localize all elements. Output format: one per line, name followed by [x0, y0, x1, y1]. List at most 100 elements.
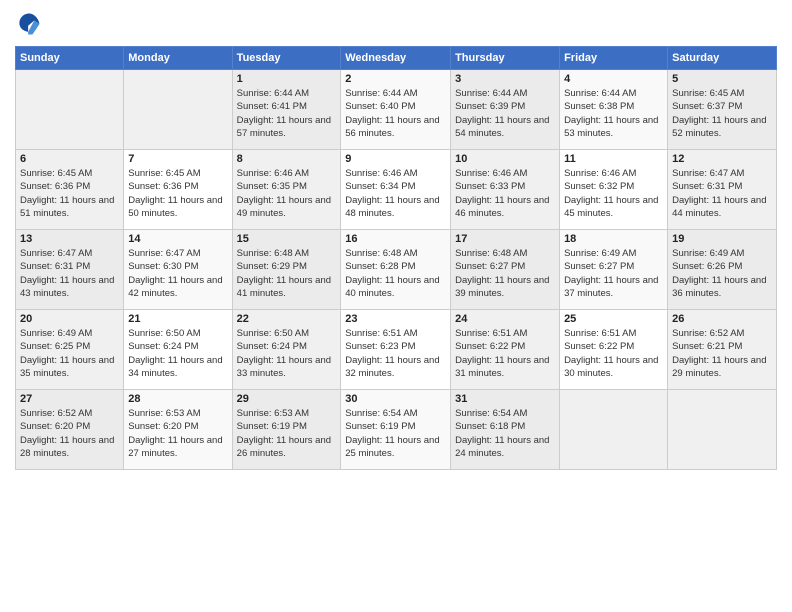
day-info: Sunrise: 6:44 AM Sunset: 6:38 PM Dayligh… — [564, 87, 663, 140]
calendar-cell: 18 Sunrise: 6:49 AM Sunset: 6:27 PM Dayli… — [560, 230, 668, 310]
day-info: Sunrise: 6:54 AM Sunset: 6:18 PM Dayligh… — [455, 407, 555, 460]
day-info: Sunrise: 6:51 AM Sunset: 6:22 PM Dayligh… — [564, 327, 663, 380]
calendar-cell: 7 Sunrise: 6:45 AM Sunset: 6:36 PM Daylig… — [124, 150, 232, 230]
day-number: 31 — [455, 393, 555, 405]
day-number: 14 — [128, 233, 227, 245]
day-info: Sunrise: 6:49 AM Sunset: 6:27 PM Dayligh… — [564, 247, 663, 300]
calendar-cell — [560, 390, 668, 470]
day-number: 7 — [128, 153, 227, 165]
day-number: 4 — [564, 73, 663, 85]
day-info: Sunrise: 6:47 AM Sunset: 6:31 PM Dayligh… — [672, 167, 772, 220]
calendar-cell: 2 Sunrise: 6:44 AM Sunset: 6:40 PM Daylig… — [341, 70, 451, 150]
day-info: Sunrise: 6:49 AM Sunset: 6:26 PM Dayligh… — [672, 247, 772, 300]
calendar-cell: 20 Sunrise: 6:49 AM Sunset: 6:25 PM Dayli… — [16, 310, 124, 390]
day-info: Sunrise: 6:52 AM Sunset: 6:20 PM Dayligh… — [20, 407, 119, 460]
day-number: 19 — [672, 233, 772, 245]
weekday-header: Sunday — [16, 47, 124, 70]
day-info: Sunrise: 6:46 AM Sunset: 6:35 PM Dayligh… — [237, 167, 337, 220]
day-info: Sunrise: 6:50 AM Sunset: 6:24 PM Dayligh… — [128, 327, 227, 380]
day-number: 2 — [345, 73, 446, 85]
day-info: Sunrise: 6:44 AM Sunset: 6:40 PM Dayligh… — [345, 87, 446, 140]
day-number: 26 — [672, 313, 772, 325]
calendar-cell: 25 Sunrise: 6:51 AM Sunset: 6:22 PM Dayli… — [560, 310, 668, 390]
day-number: 3 — [455, 73, 555, 85]
day-info: Sunrise: 6:49 AM Sunset: 6:25 PM Dayligh… — [20, 327, 119, 380]
day-number: 29 — [237, 393, 337, 405]
calendar-cell — [124, 70, 232, 150]
day-info: Sunrise: 6:45 AM Sunset: 6:37 PM Dayligh… — [672, 87, 772, 140]
day-info: Sunrise: 6:53 AM Sunset: 6:19 PM Dayligh… — [237, 407, 337, 460]
day-number: 10 — [455, 153, 555, 165]
header — [15, 10, 777, 38]
day-info: Sunrise: 6:53 AM Sunset: 6:20 PM Dayligh… — [128, 407, 227, 460]
day-info: Sunrise: 6:46 AM Sunset: 6:32 PM Dayligh… — [564, 167, 663, 220]
calendar-cell: 15Sunrise: 6:48 AM Sunset: 6:29 PM Dayli… — [232, 230, 341, 310]
calendar-cell: 19 Sunrise: 6:49 AM Sunset: 6:26 PM Dayli… — [668, 230, 777, 310]
logo-icon — [15, 10, 43, 38]
weekday-header: Saturday — [668, 47, 777, 70]
calendar-week-row: 27 Sunrise: 6:52 AM Sunset: 6:20 PM Dayli… — [16, 390, 777, 470]
day-info: Sunrise: 6:46 AM Sunset: 6:34 PM Dayligh… — [345, 167, 446, 220]
day-number: 6 — [20, 153, 119, 165]
day-info: Sunrise: 6:45 AM Sunset: 6:36 PM Dayligh… — [20, 167, 119, 220]
calendar-cell: 24 Sunrise: 6:51 AM Sunset: 6:22 PM Dayli… — [451, 310, 560, 390]
calendar-cell: 26Sunrise: 6:52 AM Sunset: 6:21 PM Dayli… — [668, 310, 777, 390]
calendar-cell: 6 Sunrise: 6:45 AM Sunset: 6:36 PM Daylig… — [16, 150, 124, 230]
calendar-cell: 4 Sunrise: 6:44 AM Sunset: 6:38 PM Daylig… — [560, 70, 668, 150]
weekday-header: Thursday — [451, 47, 560, 70]
calendar-cell: 17Sunrise: 6:48 AM Sunset: 6:27 PM Dayli… — [451, 230, 560, 310]
calendar: SundayMondayTuesdayWednesdayThursdayFrid… — [15, 46, 777, 470]
calendar-cell: 14 Sunrise: 6:47 AM Sunset: 6:30 PM Dayli… — [124, 230, 232, 310]
page: SundayMondayTuesdayWednesdayThursdayFrid… — [0, 0, 792, 612]
day-number: 17 — [455, 233, 555, 245]
day-number: 1 — [237, 73, 337, 85]
calendar-week-row: 6 Sunrise: 6:45 AM Sunset: 6:36 PM Daylig… — [16, 150, 777, 230]
day-info: Sunrise: 6:44 AM Sunset: 6:41 PM Dayligh… — [237, 87, 337, 140]
day-number: 13 — [20, 233, 119, 245]
weekday-row: SundayMondayTuesdayWednesdayThursdayFrid… — [16, 47, 777, 70]
calendar-week-row: 20 Sunrise: 6:49 AM Sunset: 6:25 PM Dayli… — [16, 310, 777, 390]
calendar-cell: 22Sunrise: 6:50 AM Sunset: 6:24 PM Dayli… — [232, 310, 341, 390]
calendar-cell: 8Sunrise: 6:46 AM Sunset: 6:35 PM Daylig… — [232, 150, 341, 230]
weekday-header: Monday — [124, 47, 232, 70]
calendar-cell: 21 Sunrise: 6:50 AM Sunset: 6:24 PM Dayli… — [124, 310, 232, 390]
day-number: 5 — [672, 73, 772, 85]
day-info: Sunrise: 6:47 AM Sunset: 6:31 PM Dayligh… — [20, 247, 119, 300]
weekday-header: Friday — [560, 47, 668, 70]
calendar-cell: 11Sunrise: 6:46 AM Sunset: 6:32 PM Dayli… — [560, 150, 668, 230]
weekday-header: Wednesday — [341, 47, 451, 70]
calendar-cell: 28 Sunrise: 6:53 AM Sunset: 6:20 PM Dayli… — [124, 390, 232, 470]
calendar-cell: 3Sunrise: 6:44 AM Sunset: 6:39 PM Daylig… — [451, 70, 560, 150]
day-info: Sunrise: 6:48 AM Sunset: 6:28 PM Dayligh… — [345, 247, 446, 300]
day-number: 24 — [455, 313, 555, 325]
weekday-header: Tuesday — [232, 47, 341, 70]
calendar-cell: 27 Sunrise: 6:52 AM Sunset: 6:20 PM Dayli… — [16, 390, 124, 470]
day-number: 20 — [20, 313, 119, 325]
logo — [15, 10, 47, 38]
calendar-body: 1 Sunrise: 6:44 AM Sunset: 6:41 PM Daylig… — [16, 70, 777, 470]
day-number: 21 — [128, 313, 227, 325]
day-info: Sunrise: 6:46 AM Sunset: 6:33 PM Dayligh… — [455, 167, 555, 220]
calendar-cell: 9 Sunrise: 6:46 AM Sunset: 6:34 PM Daylig… — [341, 150, 451, 230]
day-number: 27 — [20, 393, 119, 405]
day-number: 18 — [564, 233, 663, 245]
day-info: Sunrise: 6:51 AM Sunset: 6:22 PM Dayligh… — [455, 327, 555, 380]
calendar-cell: 13 Sunrise: 6:47 AM Sunset: 6:31 PM Dayli… — [16, 230, 124, 310]
day-info: Sunrise: 6:54 AM Sunset: 6:19 PM Dayligh… — [345, 407, 446, 460]
day-number: 25 — [564, 313, 663, 325]
calendar-cell — [668, 390, 777, 470]
day-number: 16 — [345, 233, 446, 245]
day-info: Sunrise: 6:47 AM Sunset: 6:30 PM Dayligh… — [128, 247, 227, 300]
calendar-header: SundayMondayTuesdayWednesdayThursdayFrid… — [16, 47, 777, 70]
day-info: Sunrise: 6:45 AM Sunset: 6:36 PM Dayligh… — [128, 167, 227, 220]
calendar-cell: 16 Sunrise: 6:48 AM Sunset: 6:28 PM Dayli… — [341, 230, 451, 310]
calendar-week-row: 13 Sunrise: 6:47 AM Sunset: 6:31 PM Dayli… — [16, 230, 777, 310]
day-info: Sunrise: 6:48 AM Sunset: 6:29 PM Dayligh… — [237, 247, 337, 300]
day-number: 23 — [345, 313, 446, 325]
calendar-cell: 10 Sunrise: 6:46 AM Sunset: 6:33 PM Dayli… — [451, 150, 560, 230]
calendar-week-row: 1 Sunrise: 6:44 AM Sunset: 6:41 PM Daylig… — [16, 70, 777, 150]
day-info: Sunrise: 6:50 AM Sunset: 6:24 PM Dayligh… — [237, 327, 337, 380]
day-number: 9 — [345, 153, 446, 165]
day-number: 28 — [128, 393, 227, 405]
calendar-cell: 5 Sunrise: 6:45 AM Sunset: 6:37 PM Daylig… — [668, 70, 777, 150]
